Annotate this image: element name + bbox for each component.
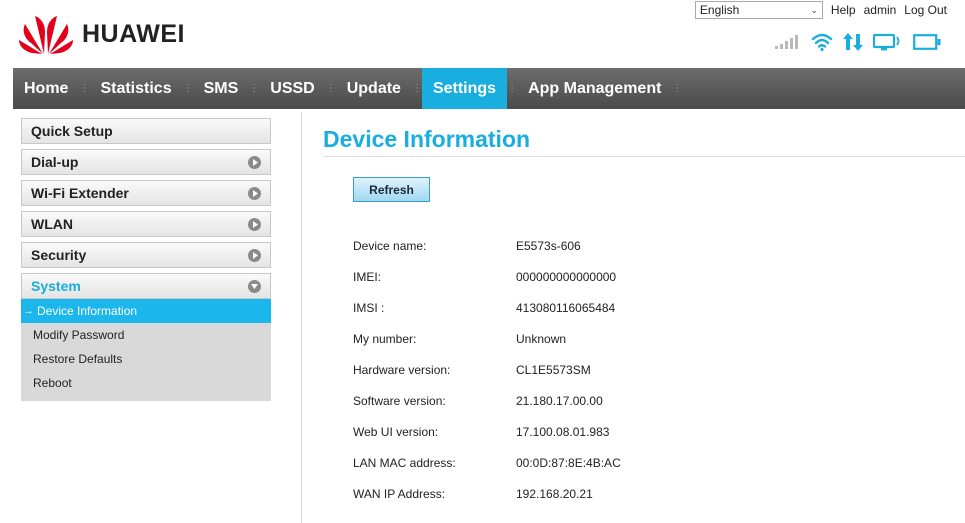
nav-separator: ⋮ [411,83,422,94]
nav-update[interactable]: Update [336,68,412,109]
brand-name: HUAWEI [82,19,185,48]
logout-link[interactable]: Log Out [904,3,947,17]
battery-icon [913,34,941,50]
info-label: IMEI: [353,269,382,284]
sidebar-item-dialup[interactable]: Dial-up [21,149,271,175]
submenu-label: Modify Password [33,328,125,342]
info-value: Unknown [516,331,567,346]
submenu-label: Device Information [37,304,138,318]
huawei-logo: HUAWEI [18,12,185,56]
chevron-right-icon [248,186,261,200]
user-name: admin [863,3,897,17]
nav-ussd[interactable]: USSD [259,68,325,109]
info-row-imei: IMEI: 000000000000000 [353,261,621,292]
help-link[interactable]: Help [831,3,856,17]
language-select[interactable]: English ⌄ [694,1,823,19]
signal-icon [775,35,798,49]
info-row-imsi: IMSI : 413080116065484 [353,292,621,323]
submenu-device-information[interactable]: → Device Information [21,299,271,323]
info-value: CL1E5573SM [516,362,591,377]
language-value: English [699,3,740,17]
info-row-my-number: My number: Unknown [353,323,621,354]
info-label: My number: [353,331,417,346]
chevron-right-icon [248,248,261,262]
huawei-flower-icon [19,16,73,54]
chevron-down-icon: ⌄ [810,4,818,15]
top-bar: English ⌄ Help admin Log Out [694,1,947,19]
display-icon [873,33,900,51]
info-value: 192.168.20.21 [516,486,593,501]
submenu-restore-defaults[interactable]: Restore Defaults [21,347,271,371]
info-label: Device name: [353,238,427,253]
info-label: Software version: [353,393,446,408]
nav-settings[interactable]: Settings [421,68,508,109]
sidebar-item-label: System [31,278,81,294]
sidebar-item-quick-setup[interactable]: Quick Setup [21,118,271,144]
info-row-wan-ip: WAN IP Address: 192.168.20.21 [353,478,621,509]
chevron-down-icon [248,279,261,293]
info-value: E5573s-606 [516,238,581,253]
submenu-label: Restore Defaults [33,352,123,366]
sidebar-item-system[interactable]: System [21,273,271,299]
info-label: IMSI : [353,300,385,315]
nav-separator: ⋮ [325,83,336,94]
nav-separator: ⋮ [79,83,90,94]
info-label: Web UI version: [353,424,439,439]
sidebar-item-label: Security [31,247,87,263]
sidebar-item-security[interactable]: Security [21,242,271,268]
nav-separator: ⋮ [249,83,260,94]
info-row-lan-mac: LAN MAC address: 00:0D:87:8E:4B:AC [353,447,621,478]
sidebar-item-wlan[interactable]: WLAN [21,211,271,237]
chevron-right-icon [248,217,261,231]
sidebar-item-label: Quick Setup [31,123,113,139]
info-label: Hardware version: [353,362,451,377]
nav-separator: ⋮ [182,83,193,94]
main-nav: Home ⋮ Statistics ⋮ SMS ⋮ USSD ⋮ Update … [13,68,965,109]
info-value: 17.100.08.01.983 [516,424,610,439]
info-value: 00:0D:87:8E:4B:AC [516,455,621,470]
chevron-right-icon [248,155,261,169]
data-transfer-icon [843,33,863,51]
sidebar-item-label: Wi-Fi Extender [31,185,129,201]
sidebar-item-label: Dial-up [31,154,79,170]
submenu-modify-password[interactable]: Modify Password [21,323,271,347]
nav-separator: ⋮ [507,83,518,94]
device-info-table: Device name: E5573s-606 IMEI: 0000000000… [353,230,621,509]
info-label: LAN MAC address: [353,455,456,470]
wifi-icon [811,33,833,51]
nav-separator: ⋮ [672,83,683,94]
nav-app-management[interactable]: App Management [517,68,672,109]
submenu-reboot[interactable]: Reboot [21,371,271,395]
info-row-device-name: Device name: E5573s-606 [353,230,621,261]
page-title: Device Information [323,126,531,152]
info-value: 000000000000000 [516,269,617,284]
status-icons [775,33,941,51]
system-submenu: → Device Information Modify Password Res… [21,299,271,401]
info-row-hardware-version: Hardware version: CL1E5573SM [353,354,621,385]
submenu-label: Reboot [33,376,72,390]
sidebar-item-wifi-extender[interactable]: Wi-Fi Extender [21,180,271,206]
info-label: WAN IP Address: [353,486,446,501]
refresh-button[interactable]: Refresh [353,177,430,202]
info-value: 21.180.17.00.00 [516,393,603,408]
info-row-webui-version: Web UI version: 17.100.08.01.983 [353,416,621,447]
nav-sms[interactable]: SMS [193,68,250,109]
info-value: 413080116065484 [516,300,616,315]
title-divider [323,156,965,157]
info-row-software-version: Software version: 21.180.17.00.00 [353,385,621,416]
sidebar-item-label: WLAN [31,216,73,232]
arrow-right-icon: → [23,305,34,317]
nav-statistics[interactable]: Statistics [89,68,182,109]
sidebar: Quick Setup Dial-up Wi-Fi Extender WLAN … [21,118,271,401]
content-divider [301,112,302,523]
nav-home[interactable]: Home [13,68,79,109]
